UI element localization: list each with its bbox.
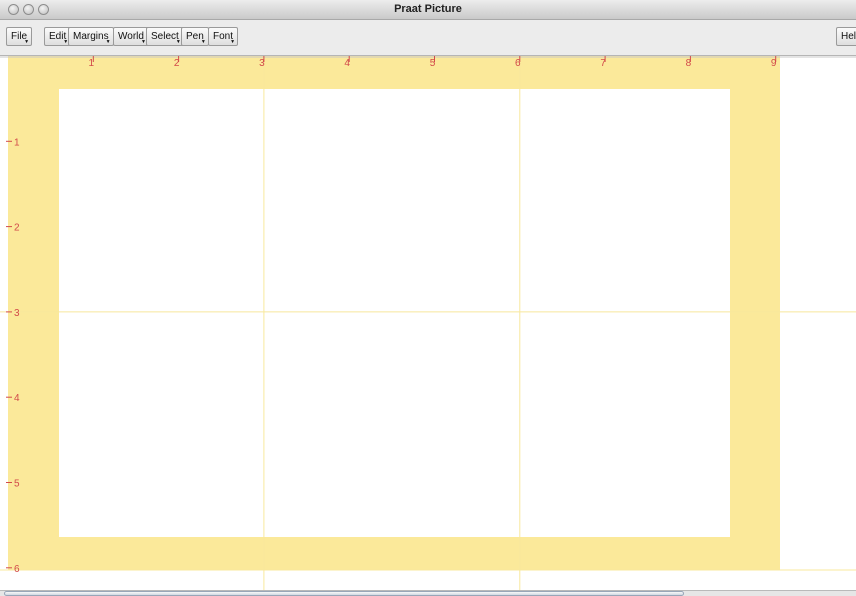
y-tick-label: 6 [14,564,20,575]
title-bar: Praat Picture [0,0,856,20]
x-tick-label: 8 [686,58,692,69]
menu-arrow-icon: ▼ [24,39,30,45]
y-tick-label: 4 [14,393,20,404]
menu-file[interactable]: File ▼ [6,27,33,46]
menu-bar: File ▼ Edit ▼ Margins ▼ World ▼ Select ▼ Pen ▼… [0,20,856,56]
menu-arrow-icon: ▼ [230,39,236,45]
x-tick-label: 2 [174,58,180,69]
y-tick-label: 1 [14,137,20,148]
window-title: Praat Picture [394,3,462,15]
scrollbar-thumb[interactable] [4,591,684,596]
y-tick-label: 3 [14,308,20,319]
menu-margins[interactable]: Margins ▼ [68,27,114,46]
menu-arrow-icon: ▼ [200,39,206,45]
x-tick-label: 5 [430,58,436,69]
x-tick-label: 3 [259,58,265,69]
x-tick-label: 1 [89,58,95,69]
menu-help[interactable]: Hel [836,27,856,46]
picture-drawing[interactable]: 1 2 3 4 5 6 7 8 9 1 2 3 4 5 6 [0,56,856,596]
menu-arrow-icon: ▼ [105,39,111,45]
x-tick-label: 6 [515,58,521,69]
x-tick-label: 9 [771,58,777,69]
x-tick-label: 4 [344,58,350,69]
y-tick-label: 5 [14,479,20,490]
y-tick-label: 2 [14,223,20,234]
x-tick-label: 7 [600,58,606,69]
picture-canvas[interactable]: 1 2 3 4 5 6 7 8 9 1 2 3 4 5 6 [0,56,856,596]
menu-font[interactable]: Font ▼ [208,27,239,46]
inner-viewport [59,89,730,537]
horizontal-scrollbar[interactable] [0,590,856,596]
menu-world[interactable]: World ▼ [113,27,149,46]
menu-select[interactable]: Select ▼ [146,27,184,46]
menu-pen[interactable]: Pen ▼ [181,27,209,46]
